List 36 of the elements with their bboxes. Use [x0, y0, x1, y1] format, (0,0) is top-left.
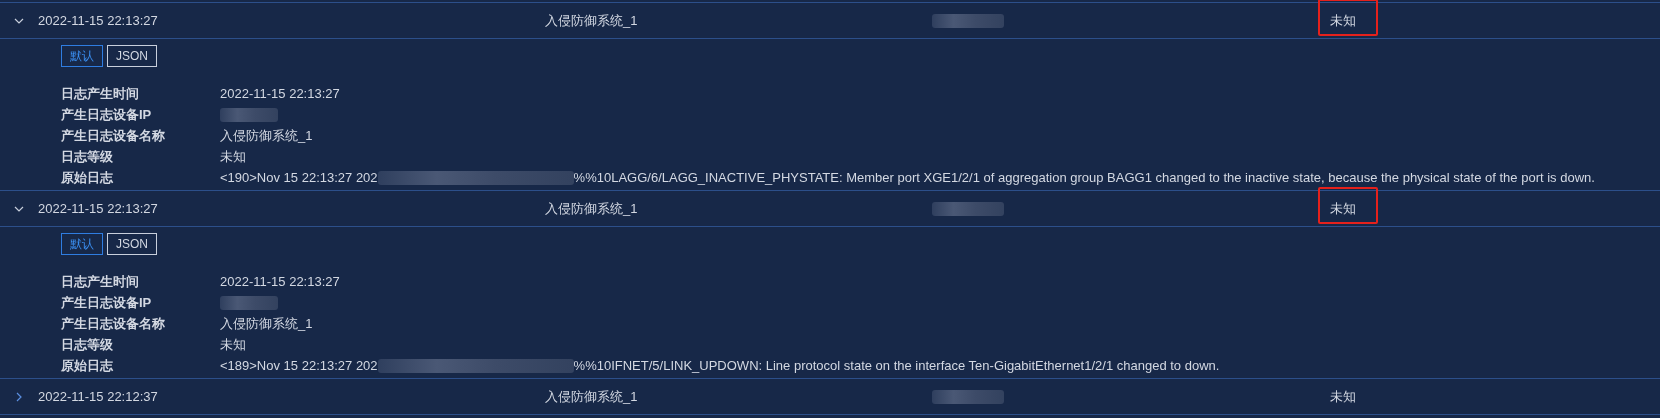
field-value: 未知	[220, 335, 246, 354]
field-label: 日志等级	[61, 147, 114, 166]
chevron-right-icon[interactable]	[14, 391, 24, 402]
field-label: 原始日志	[61, 356, 114, 375]
redacted-ip	[220, 107, 278, 122]
field-label: 产生日志设备名称	[61, 126, 166, 145]
field-value: 未知	[220, 147, 246, 166]
log-time: 2022-11-15 22:12:37	[38, 387, 159, 406]
raw-log-text: <189>Nov 15 22:13:27 202	[220, 356, 378, 375]
field-value: 入侵防御系统_1	[220, 314, 313, 333]
field-label: 日志产生时间	[61, 84, 140, 103]
field-label: 产生日志设备名称	[61, 314, 166, 333]
raw-log-text: <190>Nov 15 22:13:27 202	[220, 168, 378, 187]
log-level: 未知	[1330, 200, 1356, 216]
device-name: 入侵防御系统_1	[545, 387, 639, 406]
log-time: 2022-11-15 22:13:27	[38, 199, 159, 218]
field-value: 入侵防御系统_1	[220, 126, 313, 145]
field-label: 产生日志设备IP	[61, 105, 153, 124]
field-label: 日志产生时间	[61, 272, 140, 291]
device-name: 入侵防御系统_1	[545, 11, 639, 30]
log-time: 2022-11-15 22:13:27	[38, 11, 159, 30]
log-level: 未知	[1330, 12, 1356, 28]
raw-log-text: %%10LAGG/6/LAGG_INACTIVE_PHYSTATE: Member port XGE1/2/1 of aggregation group BAGG1 changed to the inactive state, because the physical state of the port is down.	[573, 168, 1595, 187]
view-tab[interactable]: 默认	[61, 45, 103, 67]
view-tab[interactable]: JSON	[107, 233, 157, 255]
field-value: 2022-11-15 22:13:27	[220, 84, 340, 103]
device-name: 入侵防御系统_1	[545, 199, 639, 218]
field-label: 日志等级	[61, 335, 114, 354]
view-tab[interactable]: 默认	[61, 233, 103, 255]
field-label: 原始日志	[61, 168, 114, 187]
field-value: 2022-11-15 22:13:27	[220, 272, 340, 291]
field-label: 产生日志设备IP	[61, 293, 153, 312]
log-level: 未知	[1330, 388, 1356, 404]
redacted-ip	[220, 295, 278, 310]
raw-log-text: %%10IFNET/5/LINK_UPDOWN: Line protocol state on the interface Ten-GigabitEthernet1/2/1 changed to down.	[573, 356, 1220, 375]
view-tab[interactable]: JSON	[107, 45, 157, 67]
